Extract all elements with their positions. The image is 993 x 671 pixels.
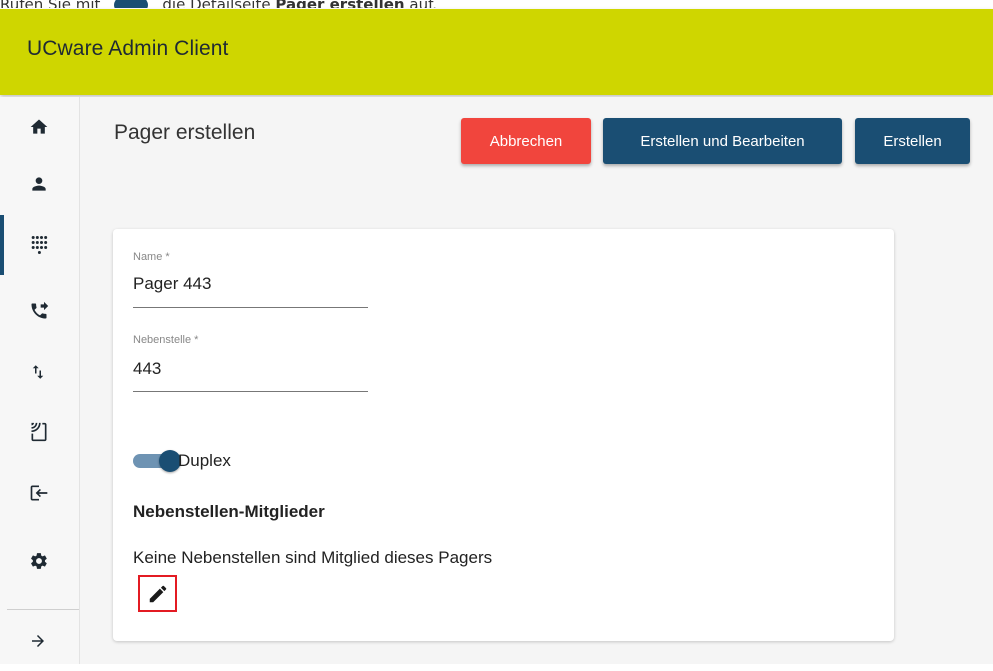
extension-field[interactable]: 443: [133, 359, 161, 379]
login-icon: [30, 485, 48, 501]
sidebar-item-devices[interactable]: [0, 402, 79, 462]
app-title: UCware Admin Client: [27, 37, 229, 60]
sidebar-item-login[interactable]: [0, 463, 79, 523]
sidebar-item-extensions[interactable]: [0, 215, 83, 275]
sidebar-item-sorting[interactable]: [0, 342, 79, 402]
cancel-button[interactable]: Abbrechen: [461, 118, 591, 164]
person-icon: [32, 177, 46, 191]
edit-members-button[interactable]: [138, 575, 177, 612]
dialpad-icon: [31, 236, 48, 254]
sidebar: [0, 97, 80, 664]
duplex-label: Duplex: [178, 451, 231, 470]
members-section-title: Nebenstellen-Mitglieder: [133, 502, 325, 521]
create-button[interactable]: Erstellen: [855, 118, 970, 164]
phone-forward-icon: [31, 301, 49, 319]
app-bar: UCware Admin Client: [0, 9, 993, 95]
members-empty-message: Keine Nebenstellen sind Mitglied dieses …: [133, 548, 493, 567]
sidebar-item-settings[interactable]: [0, 531, 79, 591]
sidebar-divider: [7, 609, 79, 610]
create-and-edit-button[interactable]: Erstellen und Bearbeiten: [603, 118, 842, 164]
home-icon: [30, 119, 48, 134]
extension-field-underline: [133, 391, 368, 392]
gear-icon: [31, 553, 47, 569]
document-caption: Rufen Sie mit die Detailseite Pager erste…: [0, 0, 437, 8]
sidebar-item-users[interactable]: [0, 154, 79, 214]
main-content: Pager erstellen Abbrechen Erstellen und …: [80, 97, 993, 664]
caption-middle: die Detailseite: [162, 0, 270, 8]
name-field-underline: [133, 307, 368, 308]
sidebar-expand[interactable]: [0, 611, 79, 671]
caption-bold: Pager erstellen: [275, 0, 404, 8]
caption-suffix: auf.: [409, 0, 437, 8]
name-field-label: Name *: [133, 251, 170, 263]
duplex-toggle[interactable]: [133, 450, 183, 472]
swap-vert-icon: [32, 365, 44, 379]
add-icon: [114, 0, 149, 8]
extension-field-label: Nebenstelle *: [133, 334, 199, 346]
caption-prefix: Rufen Sie mit: [0, 0, 100, 8]
sidebar-item-home[interactable]: [0, 97, 79, 157]
cast-icon: [31, 422, 47, 442]
page-title: Pager erstellen: [114, 121, 256, 144]
sidebar-item-forwarding[interactable]: [0, 281, 79, 341]
arrow-right-icon: [32, 635, 44, 647]
name-field[interactable]: Pager 443: [133, 274, 211, 294]
pencil-icon: [149, 585, 166, 602]
pager-form-card: Name * Pager 443 Nebenstelle * 443 Duple…: [113, 229, 894, 641]
